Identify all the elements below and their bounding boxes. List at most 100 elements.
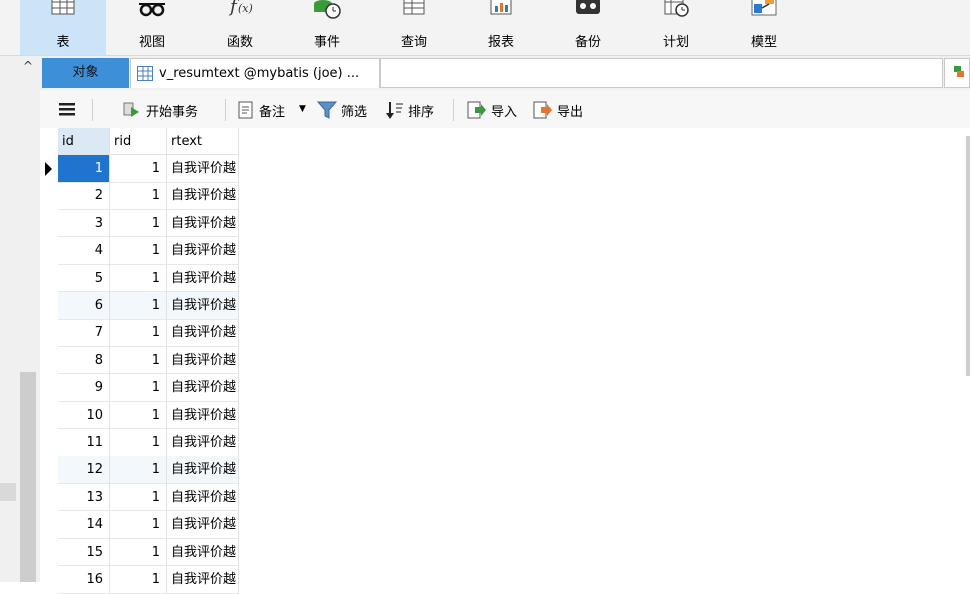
cell-id[interactable]: 5 bbox=[58, 264, 110, 293]
import-button[interactable]: 导入 bbox=[466, 100, 524, 120]
cell-rid[interactable]: 1 bbox=[110, 209, 167, 238]
table-row[interactable]: 5 1 自我评价越 bbox=[40, 264, 240, 293]
cell-rtext[interactable]: 自我评价越 bbox=[167, 182, 239, 210]
table-row[interactable]: 16 1 自我评价越 bbox=[40, 566, 240, 594]
sort-button[interactable]: 排序 bbox=[385, 100, 443, 120]
cell-rid[interactable]: 1 bbox=[110, 319, 167, 347]
table-row[interactable]: 4 1 自我评价越 bbox=[40, 237, 240, 265]
ribbon-backup-button[interactable]: 备份 bbox=[545, 0, 631, 55]
cell-rtext[interactable]: 自我评价越 bbox=[167, 456, 239, 484]
tab-options-button[interactable] bbox=[944, 58, 970, 88]
cell-rtext[interactable]: 自我评价越 bbox=[167, 264, 239, 293]
collapse-button[interactable]: ^ bbox=[18, 59, 38, 79]
cell-id[interactable]: 8 bbox=[58, 346, 110, 375]
row-selector[interactable] bbox=[40, 182, 58, 210]
cell-rid[interactable]: 1 bbox=[110, 374, 167, 402]
table-row[interactable]: 6 1 自我评价越 bbox=[40, 292, 240, 320]
cell-rid[interactable]: 1 bbox=[110, 429, 167, 457]
row-selector[interactable] bbox=[40, 155, 58, 183]
cell-rtext[interactable]: 自我评价越 bbox=[167, 346, 239, 375]
filter-button[interactable]: 筛选 bbox=[317, 100, 375, 120]
cell-id[interactable]: 16 bbox=[58, 566, 110, 594]
left-panel-scrollbar[interactable] bbox=[20, 372, 36, 582]
cell-rtext[interactable]: 自我评价越 bbox=[167, 511, 239, 539]
cell-rtext[interactable]: 自我评价越 bbox=[167, 237, 239, 265]
cell-rtext[interactable]: 自我评价越 bbox=[167, 209, 239, 238]
cell-id[interactable]: 12 bbox=[58, 456, 110, 484]
cell-id[interactable]: 6 bbox=[58, 292, 110, 320]
cell-rtext[interactable]: 自我评价越 bbox=[167, 374, 239, 402]
tab-objects[interactable]: 对象 bbox=[42, 58, 129, 88]
ribbon-model-button[interactable]: 模型 bbox=[721, 0, 807, 55]
cell-rid[interactable]: 1 bbox=[110, 456, 167, 484]
note-button[interactable]: 备注 ▼ bbox=[237, 100, 309, 120]
table-row[interactable]: 11 1 自我评价越 bbox=[40, 429, 240, 457]
row-selector[interactable] bbox=[40, 511, 58, 539]
table-row[interactable]: 8 1 自我评价越 bbox=[40, 346, 240, 375]
cell-rtext[interactable]: 自我评价越 bbox=[167, 566, 239, 594]
grid-vertical-scrollbar[interactable] bbox=[966, 136, 970, 376]
cell-rid[interactable]: 1 bbox=[110, 483, 167, 512]
cell-rid[interactable]: 1 bbox=[110, 155, 167, 183]
row-selector[interactable] bbox=[40, 456, 58, 484]
table-row[interactable]: 7 1 自我评价越 bbox=[40, 319, 240, 347]
menu-button[interactable] bbox=[58, 100, 78, 120]
ribbon-view-button[interactable]: 视图 bbox=[109, 0, 195, 55]
export-button[interactable]: 导出 bbox=[532, 100, 590, 120]
cell-rid[interactable]: 1 bbox=[110, 511, 167, 539]
cell-rtext[interactable]: 自我评价越 bbox=[167, 401, 239, 430]
cell-rid[interactable]: 1 bbox=[110, 401, 167, 430]
ribbon-function-button[interactable]: f (x) 函数 bbox=[197, 0, 283, 55]
ribbon-query-button[interactable]: 查询 bbox=[371, 0, 457, 55]
row-selector[interactable] bbox=[40, 292, 58, 320]
row-selector[interactable] bbox=[40, 210, 58, 238]
tab-view-resumtext[interactable]: v_resumtext @mybatis (joe) ... bbox=[130, 58, 380, 88]
table-row[interactable]: 10 1 自我评价越 bbox=[40, 401, 240, 430]
row-selector[interactable] bbox=[40, 566, 58, 594]
column-header-rid[interactable]: rid bbox=[110, 128, 167, 155]
cell-id[interactable]: 4 bbox=[58, 237, 110, 265]
cell-id[interactable]: 1 bbox=[58, 155, 110, 183]
row-selector[interactable] bbox=[40, 539, 58, 567]
cell-rid[interactable]: 1 bbox=[110, 264, 167, 293]
cell-rtext[interactable]: 自我评价越 bbox=[167, 292, 239, 320]
row-selector[interactable] bbox=[40, 484, 58, 512]
column-header-id[interactable]: id bbox=[58, 128, 110, 155]
cell-rtext[interactable]: 自我评价越 bbox=[167, 483, 239, 512]
ribbon-event-button[interactable]: 事件 bbox=[284, 0, 370, 55]
cell-rid[interactable]: 1 bbox=[110, 346, 167, 375]
cell-id[interactable]: 9 bbox=[58, 374, 110, 402]
table-row[interactable]: 3 1 自我评价越 bbox=[40, 209, 240, 238]
row-selector[interactable] bbox=[40, 237, 58, 265]
row-selector[interactable] bbox=[40, 374, 58, 402]
cell-id[interactable]: 7 bbox=[58, 319, 110, 347]
cell-rtext[interactable]: 自我评价越 bbox=[167, 429, 239, 457]
cell-rid[interactable]: 1 bbox=[110, 292, 167, 320]
ribbon-report-button[interactable]: 报表 bbox=[458, 0, 544, 55]
column-header-rtext[interactable]: rtext bbox=[167, 128, 239, 155]
ribbon-schedule-button[interactable]: 计划 bbox=[633, 0, 719, 55]
cell-id[interactable]: 10 bbox=[58, 401, 110, 430]
row-selector[interactable] bbox=[40, 319, 58, 347]
cell-id[interactable]: 3 bbox=[58, 209, 110, 238]
table-row[interactable]: 9 1 自我评价越 bbox=[40, 374, 240, 402]
cell-id[interactable]: 14 bbox=[58, 511, 110, 539]
table-row[interactable]: 15 1 自我评价越 bbox=[40, 538, 240, 567]
cell-rid[interactable]: 1 bbox=[110, 237, 167, 265]
row-selector[interactable] bbox=[40, 402, 58, 430]
cell-rid[interactable]: 1 bbox=[110, 538, 167, 567]
row-selector[interactable] bbox=[40, 265, 58, 293]
cell-rid[interactable]: 1 bbox=[110, 566, 167, 594]
cell-id[interactable]: 11 bbox=[58, 429, 110, 457]
cell-id[interactable]: 15 bbox=[58, 538, 110, 567]
cell-id[interactable]: 13 bbox=[58, 483, 110, 512]
table-row[interactable]: 12 1 自我评价越 bbox=[40, 456, 240, 484]
cell-rid[interactable]: 1 bbox=[110, 182, 167, 210]
row-selector[interactable] bbox=[40, 429, 58, 457]
begin-transaction-button[interactable]: 开始事务 bbox=[122, 100, 214, 120]
cell-rtext[interactable]: 自我评价越 bbox=[167, 538, 239, 567]
row-selector[interactable] bbox=[40, 347, 58, 375]
table-row[interactable]: 2 1 自我评价越 bbox=[40, 182, 240, 210]
table-row[interactable]: 14 1 自我评价越 bbox=[40, 511, 240, 539]
table-row[interactable]: 13 1 自我评价越 bbox=[40, 483, 240, 512]
